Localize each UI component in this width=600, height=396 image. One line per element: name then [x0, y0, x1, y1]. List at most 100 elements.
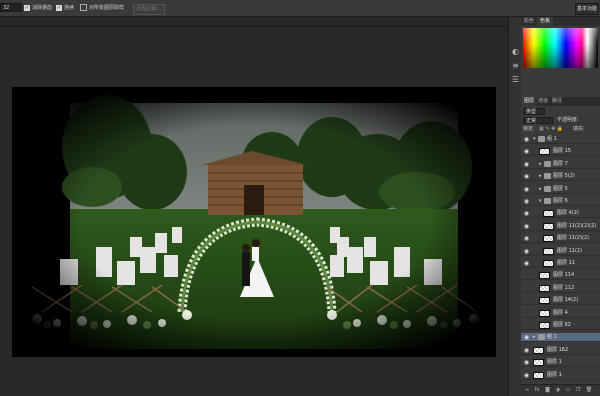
- layer-name: 图层 7: [553, 160, 568, 167]
- layer-name: 组 1: [547, 136, 557, 142]
- layer-name: 图层 4(2): [557, 210, 579, 217]
- collapsed-panel-strip: ◐ ≡ ☰: [508, 17, 522, 395]
- layer-row[interactable]: ◉ 图层 1: [521, 358, 600, 368]
- opacity-label: 不透明度:: [557, 117, 579, 123]
- layer-row[interactable]: 图层 4: [521, 308, 600, 318]
- layer-row[interactable]: ◉ 图层 15: [521, 147, 600, 157]
- layer-name: 图层 6: [553, 198, 568, 204]
- layer-row[interactable]: 图层 14(2): [521, 296, 600, 306]
- layer-row[interactable]: ◉ 图层 11: [521, 259, 600, 268]
- layer-group-row[interactable]: ◉ ▾ 组 1: [521, 135, 600, 144]
- group-expanded-icon[interactable]: ▾: [533, 135, 536, 144]
- new-group-icon[interactable]: ▭: [566, 387, 571, 393]
- layer-thumbnail: [533, 371, 544, 379]
- blend-mode-select[interactable]: 正常: [523, 117, 553, 124]
- layer-group-row[interactable]: ◉ ▾ 图层 6: [521, 197, 600, 206]
- checkbox-check-icon: ✓: [24, 4, 30, 11]
- layer-row[interactable]: 图层 114: [521, 271, 600, 281]
- new-layer-icon[interactable]: ❐: [576, 387, 580, 393]
- layer-row[interactable]: 图层 112: [521, 283, 600, 293]
- visibility-eye-icon[interactable]: ◉: [523, 198, 530, 205]
- layer-thumbnail: [543, 247, 554, 255]
- layer-group-row[interactable]: ◉ ▸ 图层 7: [521, 159, 600, 169]
- antialias-checkbox[interactable]: ✓ 消除锯齿: [24, 4, 52, 12]
- layer-name: 图层 112: [553, 284, 575, 291]
- visibility-eye-icon[interactable]: ◉: [523, 248, 530, 255]
- visibility-eye-icon[interactable]: ◉: [523, 359, 530, 366]
- layer-group-row[interactable]: ◉ ▸ 组 1: [521, 333, 600, 343]
- visibility-eye-icon[interactable]: ◉: [523, 235, 530, 242]
- document-canvas[interactable]: [12, 87, 496, 357]
- mask-icon[interactable]: ◙: [545, 387, 550, 393]
- lock-row: 锁定: ▦ ✎ ✥ 🔒 填充:: [523, 126, 598, 134]
- fx-icon[interactable]: fx: [535, 387, 540, 393]
- visibility-eye-icon[interactable]: ◉: [523, 161, 530, 168]
- brush-size-field[interactable]: 32: [0, 3, 22, 12]
- refine-edge-button[interactable]: 调整边缘...: [133, 4, 165, 15]
- tab-swatches[interactable]: 色板: [537, 17, 554, 26]
- layer-thumbnail: [539, 322, 550, 329]
- folder-icon: [538, 334, 545, 341]
- layer-group-row[interactable]: ◉ ▸ 图层 5(2): [521, 172, 600, 182]
- adjustments-panel-icon[interactable]: ≡: [511, 61, 520, 70]
- checkbox-check-icon: ✓: [56, 4, 62, 11]
- lock-icons[interactable]: ▦ ✎ ✥ 🔒: [539, 126, 563, 133]
- layer-row[interactable]: ◉ 图层 11(2)(2): [521, 234, 600, 244]
- layer-row[interactable]: ◉ 图层 162: [521, 345, 600, 355]
- tab-color[interactable]: 颜色: [521, 17, 537, 26]
- group-collapsed-icon[interactable]: ▸: [539, 172, 542, 181]
- layer-name: 图层 5(2): [553, 173, 575, 180]
- link-icon[interactable]: ∞: [525, 387, 529, 393]
- visibility-eye-icon[interactable]: ◉: [523, 223, 530, 230]
- properties-panel-icon[interactable]: ☰: [511, 75, 520, 84]
- visibility-eye-icon[interactable]: ◉: [523, 334, 530, 341]
- layer-name: 图层 11(2)(2)(2): [557, 222, 597, 229]
- adjustment-icon[interactable]: ◑: [556, 387, 560, 393]
- visibility-eye-icon[interactable]: ◉: [523, 148, 530, 155]
- visibility-eye-icon[interactable]: ◉: [523, 136, 530, 143]
- layer-name: 图层 62: [553, 322, 571, 328]
- visibility-eye-icon[interactable]: ◉: [523, 260, 530, 267]
- layer-row[interactable]: ◉ 图层 1: [521, 370, 600, 380]
- group-collapsed-icon[interactable]: ▸: [539, 160, 542, 169]
- layer-row[interactable]: 图层 62: [521, 321, 600, 330]
- layer-name: 图层 11(2): [557, 247, 583, 254]
- lock-label: 锁定:: [523, 126, 535, 132]
- wedding-scene-image: [12, 87, 496, 357]
- layer-row[interactable]: ◉ 图层 4(2): [521, 209, 600, 219]
- kind-filter-select[interactable]: 类型: [523, 108, 545, 115]
- trash-icon[interactable]: 🗑: [586, 387, 592, 393]
- layer-thumbnail: [543, 222, 554, 230]
- layer-thumbnail: [539, 297, 550, 305]
- layer-thumbnail: [539, 148, 550, 156]
- layer-thumbnail: [543, 210, 554, 218]
- layer-thumbnail: [543, 260, 554, 267]
- visibility-eye-icon[interactable]: [523, 310, 530, 317]
- layer-name: 图层 14(2): [553, 297, 579, 304]
- visibility-eye-icon[interactable]: ◉: [523, 186, 530, 193]
- visibility-eye-icon[interactable]: ◉: [523, 347, 530, 354]
- group-collapsed-icon[interactable]: ▸: [539, 185, 542, 194]
- color-panel-icon[interactable]: ◐: [511, 47, 520, 56]
- group-collapsed-icon[interactable]: ▸: [533, 333, 536, 342]
- tab-paths[interactable]: 路径: [549, 97, 565, 106]
- visibility-eye-icon[interactable]: ◉: [523, 173, 530, 180]
- visibility-eye-icon[interactable]: [523, 285, 530, 292]
- visibility-eye-icon[interactable]: [523, 297, 530, 304]
- blend-row: 正常 不透明度:: [523, 117, 598, 125]
- layer-name: 图层 4: [553, 309, 568, 316]
- document-tab-bar: [0, 17, 508, 27]
- sample-all-layers-checkbox[interactable]: 对所有图层取样: [80, 4, 124, 12]
- contiguous-checkbox[interactable]: ✓ 连续: [56, 4, 74, 12]
- visibility-eye-icon[interactable]: [523, 272, 530, 279]
- visibility-eye-icon[interactable]: [523, 322, 530, 329]
- layer-row[interactable]: ◉ 图层 11(2): [521, 246, 600, 256]
- swatches-grid[interactable]: [523, 28, 598, 68]
- visibility-eye-icon[interactable]: ◉: [523, 210, 530, 217]
- layer-row[interactable]: ◉ 图层 11(2)(2)(2): [521, 221, 600, 231]
- layer-group-row[interactable]: ◉ ▸ 图层 5: [521, 184, 600, 194]
- workspace-switcher-button[interactable]: 基本功能: [575, 3, 599, 15]
- color-panel-tabs: 颜色 色板: [521, 17, 600, 26]
- group-expanded-icon[interactable]: ▾: [539, 197, 542, 206]
- visibility-eye-icon[interactable]: ◉: [523, 372, 530, 379]
